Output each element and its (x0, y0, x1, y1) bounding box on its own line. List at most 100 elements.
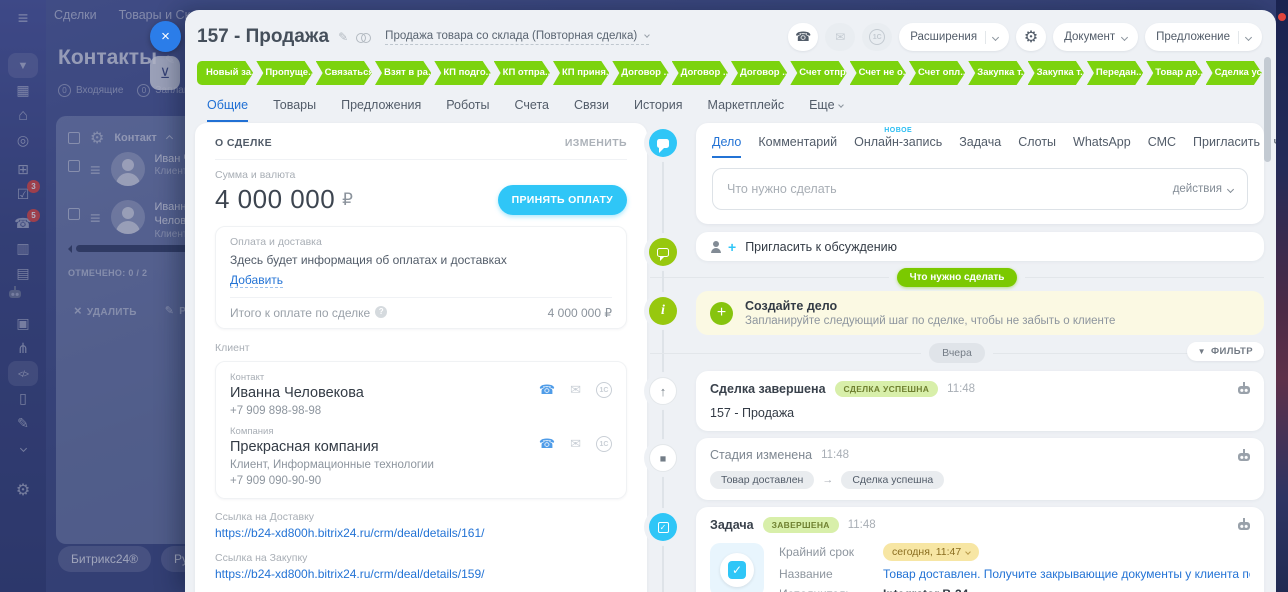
chevron-down-icon (965, 549, 971, 555)
1c-company-icon[interactable]: 1С (596, 436, 612, 452)
tab-products[interactable]: Товары (273, 98, 316, 122)
tab-more[interactable]: Еще (809, 98, 842, 122)
stage-item[interactable]: Взят в ра... (375, 61, 431, 85)
filter-button[interactable]: ФИЛЬТР (1187, 342, 1264, 361)
stage-item[interactable]: Связаться... (316, 61, 372, 85)
client-section-label: Клиент (215, 342, 627, 354)
delivery-link[interactable]: https://b24-xd800h.bitrix24.ru/crm/deal/… (215, 526, 627, 540)
add-payment-button[interactable]: Добавить (230, 273, 283, 288)
tab-quotes[interactable]: Предложения (341, 98, 421, 122)
total-label: Итого к оплате по сделке (230, 306, 370, 320)
add-todo-icon[interactable] (710, 302, 733, 325)
about-section-title: О СДЕЛКЕ (215, 137, 272, 149)
stage-item[interactable]: КП подго... (434, 61, 490, 85)
pipeline-selector[interactable]: Продажа товара со склада (Повторная сдел… (385, 30, 649, 45)
create-todo-card[interactable]: Создайте дело Запланируйте следующий шаг… (696, 291, 1264, 335)
composer-tab-task[interactable]: Задача (959, 135, 1001, 158)
actions-dropdown[interactable]: действия (1173, 183, 1247, 195)
help-icon[interactable]: ? (375, 306, 387, 318)
about-edit-button[interactable]: ИЗМЕНИТЬ (565, 137, 627, 149)
extensions-button[interactable]: Расширения (899, 23, 1009, 51)
stage-item[interactable]: Товар до... (1146, 61, 1202, 85)
header-actions: ✉ 1С Расширения Документ Предложение (788, 23, 1262, 51)
tab-more-label: Еще (809, 98, 834, 112)
tab-links[interactable]: Связи (574, 98, 609, 122)
composer-tab-slots[interactable]: Слоты (1018, 135, 1056, 158)
composer-tab-todo[interactable]: Дело (712, 135, 741, 158)
chevron-down-icon (992, 33, 999, 40)
call-contact-icon[interactable] (539, 382, 555, 398)
stage-item[interactable]: Счет опл... (909, 61, 965, 85)
entry-title: Сделка завершена (710, 382, 826, 396)
1c-contact-icon[interactable]: 1С (596, 382, 612, 398)
stage-item[interactable]: Передан... (1087, 61, 1143, 85)
call-company-icon[interactable] (539, 436, 555, 452)
composer-tab-online-booking[interactable]: НОВОЕОнлайн-запись (854, 135, 942, 158)
offer-button[interactable]: Предложение (1145, 23, 1262, 51)
filter-label: ФИЛЬТР (1211, 346, 1253, 357)
settings-button[interactable] (1016, 23, 1046, 51)
task-name-link[interactable]: Товар доставлен. Получите закрывающие до… (883, 567, 1250, 581)
stage-item[interactable]: Счет отпр... (790, 61, 846, 85)
entry-body: 157 - Продажа (710, 406, 1250, 420)
tooltip-divider: Что нужно сделать (650, 268, 1264, 286)
composer-tab-online-booking-label: Онлайн-запись (854, 135, 942, 149)
plus-icon: + (728, 239, 736, 255)
stage-item[interactable]: Счет не о... (850, 61, 906, 85)
entry-card[interactable]: Стадия изменена 11:48 Товар доставлен Сд… (696, 438, 1264, 500)
1c-button[interactable]: 1С (862, 23, 892, 51)
tab-marketplace[interactable]: Маркетплейс (708, 98, 785, 122)
call-button[interactable] (788, 23, 818, 51)
tab-robots[interactable]: Роботы (446, 98, 489, 122)
mail-company-icon[interactable]: ✉ (570, 436, 581, 452)
composer-tabs: Дело Комментарий НОВОЕОнлайн-запись Зада… (712, 135, 1248, 158)
stage-item[interactable]: Договор ... (731, 61, 787, 85)
deal-success-badge: СДЕЛКА УСПЕШНА (835, 381, 939, 397)
tab-general[interactable]: Общие (207, 98, 248, 122)
assignee-value[interactable]: Integrator B-24. (883, 587, 972, 592)
screen: Сделки Товары и Скла... Контакты 0 Входя… (0, 0, 1288, 592)
create-todo-hint: Создайте дело Запланируйте следующий шаг… (650, 291, 1264, 335)
entry-card[interactable]: Сделка завершена СДЕЛКА УСПЕШНА 11:48 15… (696, 371, 1264, 431)
stage-item[interactable]: Договор ... (672, 61, 728, 85)
composer-tab-whatsapp[interactable]: WhatsApp (1073, 135, 1131, 158)
tab-history[interactable]: История (634, 98, 682, 122)
stage-item[interactable]: КП отпра... (494, 61, 550, 85)
mail-button[interactable]: ✉ (825, 23, 855, 51)
robot-icon (1237, 382, 1251, 395)
amount-label: Сумма и валюта (215, 169, 627, 181)
deal-timeline: Дело Комментарий НОВОЕОнлайн-запись Зада… (650, 123, 1264, 592)
timeline-entry-deal-completed: Сделка завершена СДЕЛКА УСПЕШНА 11:48 15… (650, 371, 1264, 431)
copy-link-icon[interactable] (356, 33, 369, 42)
deadline-pill[interactable]: сегодня, 11:47 (883, 543, 979, 561)
tooltip-pill: Что нужно сделать (897, 268, 1018, 287)
stage-item[interactable]: Пропуще... (256, 61, 312, 85)
arrow-right-icon (822, 474, 833, 486)
entry-card[interactable]: Задача ЗАВЕРШЕНА 11:48 Крайний срок сего… (696, 507, 1264, 592)
close-slider-button[interactable] (150, 21, 181, 52)
stage-to-pill: Сделка успешна (841, 471, 944, 489)
invite-discussion-row[interactable]: + Пригласить к обсуждению (650, 232, 1264, 261)
stage-item[interactable]: Сделка ус... (1206, 61, 1262, 85)
tab-invoices[interactable]: Счета (515, 98, 549, 122)
stage-item[interactable]: КП приня... (553, 61, 609, 85)
document-button[interactable]: Документ (1053, 23, 1138, 51)
composer-tab-sms[interactable]: СМС (1148, 135, 1176, 158)
chevron-down-icon (1245, 33, 1252, 40)
stage-item[interactable]: Новый за... (197, 61, 253, 85)
stage-item[interactable]: Договор ... (612, 61, 668, 85)
contact-phone[interactable]: +7 909 898-98-98 (230, 405, 612, 417)
accept-payment-button[interactable]: ПРИНЯТЬ ОПЛАТУ (498, 185, 627, 215)
funnel-icon (1198, 346, 1206, 357)
company-phone[interactable]: +7 909 090-90-90 (230, 475, 612, 487)
stage-item[interactable]: Закупка т... (968, 61, 1024, 85)
edit-title-icon[interactable] (338, 30, 348, 44)
composer-tab-comment[interactable]: Комментарий (758, 135, 837, 158)
todo-input[interactable] (713, 182, 1173, 196)
purchase-link[interactable]: https://b24-xd800h.bitrix24.ru/crm/deal/… (215, 567, 627, 581)
deal-amount[interactable]: 4 000 000 (215, 184, 335, 215)
vertical-scrollbar[interactable] (1264, 57, 1271, 162)
stage-item[interactable]: Закупка т... (1028, 61, 1084, 85)
mail-contact-icon[interactable]: ✉ (570, 382, 581, 398)
extensions-label: Расширения (910, 31, 977, 43)
